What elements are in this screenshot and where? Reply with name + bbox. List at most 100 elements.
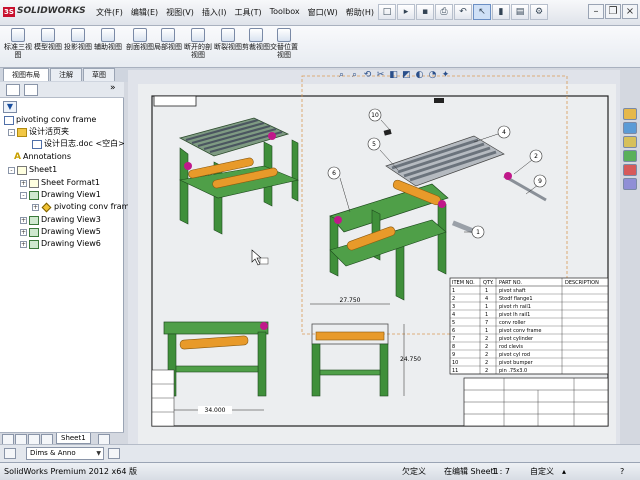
new-document-icon[interactable]: □ — [378, 4, 396, 20]
print-icon[interactable]: ⎙ — [435, 4, 453, 20]
view-orientation-icon[interactable]: ◧ — [388, 70, 399, 81]
custom-properties-icon[interactable] — [623, 178, 637, 190]
bom-cell: 11 — [452, 368, 458, 374]
design-library-icon[interactable] — [623, 122, 637, 134]
detail-view-button[interactable]: 局部视图 — [154, 28, 182, 51]
open-folder-icon[interactable]: ▸ — [397, 4, 415, 20]
balloon-label: 4 — [502, 129, 506, 136]
tree-drawing-view6[interactable]: + Drawing View6 — [20, 238, 101, 250]
tree-sheet-format[interactable]: + Sheet Format1 — [20, 177, 100, 189]
end-leg — [379, 343, 389, 397]
restore-icon[interactable]: ❐ — [605, 4, 621, 19]
status-help-icon[interactable]: ? — [620, 464, 624, 480]
menu-edit[interactable]: 编辑(E) — [127, 6, 162, 19]
menu-insert[interactable]: 插入(I) — [198, 6, 231, 19]
dim-end-width[interactable]: 27.750 — [340, 297, 361, 304]
file-explorer-icon[interactable] — [623, 136, 637, 148]
tree-root[interactable]: pivoting conv frame — [4, 114, 96, 126]
apply-scene-icon[interactable]: ✦ — [440, 70, 451, 81]
menu-file[interactable]: 文件(F) — [92, 6, 127, 19]
crop-view-icon — [249, 28, 263, 42]
standard-3-view-icon — [11, 28, 25, 42]
options-gear-icon[interactable]: ⚙ — [530, 4, 548, 20]
break-view-button[interactable]: 断裂视图 — [214, 28, 242, 51]
expand-toggle-icon[interactable]: + — [20, 240, 27, 248]
expand-toggle-icon[interactable]: + — [20, 228, 27, 236]
view-palette-icon[interactable] — [623, 150, 637, 162]
status-bar: SolidWorks Premium 2012 x64 版 欠定义 在编辑 Sh… — [0, 462, 640, 480]
model-view-button[interactable]: 模型视图 — [34, 28, 62, 51]
expand-panel-icon[interactable]: » — [110, 83, 116, 93]
configuration-icon[interactable] — [4, 448, 16, 459]
section-icon[interactable]: ✂ — [375, 70, 386, 81]
dims-options-icon[interactable] — [108, 448, 120, 459]
property-manager-tab-icon[interactable] — [24, 84, 38, 96]
tree-view1-part[interactable]: + pivoting conv frame — [32, 201, 134, 213]
tree-annotations[interactable]: A Annotations — [14, 151, 71, 163]
minimize-icon[interactable]: – — [588, 4, 604, 19]
status-scale[interactable]: 1 : 7 — [492, 464, 510, 480]
tab-sketch[interactable]: 草图 — [83, 68, 115, 81]
rebuild-icon[interactable]: ▮ — [492, 4, 510, 20]
menu-toolbox[interactable]: Toolbox — [266, 6, 304, 19]
expand-toggle-icon[interactable]: + — [20, 179, 27, 187]
status-units-icon[interactable]: ▴ — [562, 464, 566, 480]
menu-view[interactable]: 视图(V) — [162, 6, 198, 19]
menu-tools[interactable]: 工具(T) — [230, 6, 265, 19]
app-logo[interactable]: 3S SOLIDWORKS — [3, 6, 86, 17]
alternate-position-view-button[interactable]: 交替位置视图 — [270, 28, 298, 59]
tree-design-log[interactable]: 设计日志.doc <空白> — [32, 138, 125, 150]
dim-overall-length[interactable]: 34.000 — [205, 407, 226, 414]
bom-cell: 4 — [452, 312, 455, 318]
previous-view-icon[interactable]: ⟲ — [362, 70, 373, 81]
auxiliary-view-button[interactable]: 辅助视图 — [94, 28, 122, 51]
expand-toggle-icon[interactable]: - — [20, 191, 27, 199]
tree-drawing-view1[interactable]: - Drawing View1 — [20, 189, 101, 201]
undo-icon[interactable]: ↶ — [454, 4, 472, 20]
filter-icon[interactable]: ▼ — [3, 101, 17, 113]
display-style-icon[interactable]: ◩ — [401, 70, 412, 81]
zoom-to-fit-icon[interactable]: ⌕ — [336, 70, 347, 81]
broken-out-section-button[interactable]: 断开的剖视图 — [184, 28, 212, 59]
dim-end-height[interactable]: 24.750 — [400, 356, 421, 363]
graphics-area[interactable]: 10 4 5 2 6 9 1 34.000 27.750 24.750 ITEM… — [128, 70, 620, 444]
hide-show-icon[interactable]: ◐ — [414, 70, 425, 81]
bom-header: QTY. — [483, 280, 494, 286]
select-arrow-icon[interactable]: ↖ — [473, 4, 491, 20]
zoom-to-area-icon[interactable]: ⌕ — [349, 70, 360, 81]
expand-toggle-icon[interactable]: + — [20, 216, 27, 224]
small-clevis — [184, 162, 192, 170]
status-custom[interactable]: 自定义 — [530, 464, 554, 480]
projected-view-button[interactable]: 投影视图 — [64, 28, 92, 51]
close-icon[interactable]: × — [622, 4, 638, 19]
resources-icon[interactable] — [623, 108, 637, 120]
menu-window[interactable]: 窗口(W) — [304, 6, 342, 19]
standard-3-view-button[interactable]: 标准三视图 — [4, 28, 32, 59]
tab-view-layout[interactable]: 视图布局 — [3, 68, 49, 81]
edit-appearance-icon[interactable]: ◔ — [427, 70, 438, 81]
end-leg — [311, 343, 321, 397]
sheet-tab-sheet1[interactable]: Sheet1 — [56, 433, 91, 444]
appearances-icon[interactable] — [623, 164, 637, 176]
file-properties-icon[interactable]: ▤ — [511, 4, 529, 20]
feature-tree-tab-icon[interactable] — [6, 84, 20, 96]
bom-cell: pivot rh rail1 — [499, 304, 531, 310]
binder-folder-icon — [17, 127, 27, 137]
dims-anno-combo[interactable]: Dims & Anno — [26, 447, 104, 460]
tab-annotation[interactable]: 注解 — [50, 68, 82, 81]
tree-drawing-view3[interactable]: + Drawing View3 — [20, 214, 101, 226]
tree-design-binder[interactable]: - 设计活页夹 — [8, 126, 69, 138]
tree-sheet[interactable]: - Sheet1 — [8, 164, 57, 176]
drawing-doc-icon — [4, 115, 14, 125]
section-view-button[interactable]: 剖面视图 — [126, 28, 154, 51]
menu-help[interactable]: 帮助(H) — [342, 6, 378, 19]
save-icon[interactable]: ▪ — [416, 4, 434, 20]
tree-drawing-view5[interactable]: + Drawing View5 — [20, 226, 101, 238]
crop-view-button[interactable]: 剪裁视图 — [242, 28, 270, 51]
expand-toggle-icon[interactable]: - — [8, 128, 15, 136]
feature-manager-panel: » ▼ pivoting conv frame - 设计活页夹 设计日志.doc … — [0, 82, 134, 444]
small-leg — [179, 147, 189, 225]
expand-toggle-icon[interactable]: - — [8, 166, 15, 174]
bom-table[interactable]: ITEM NO. QTY. PART NO. DESCRIPTION 1 1 piv… — [449, 277, 609, 375]
expand-toggle-icon[interactable]: + — [32, 203, 39, 211]
